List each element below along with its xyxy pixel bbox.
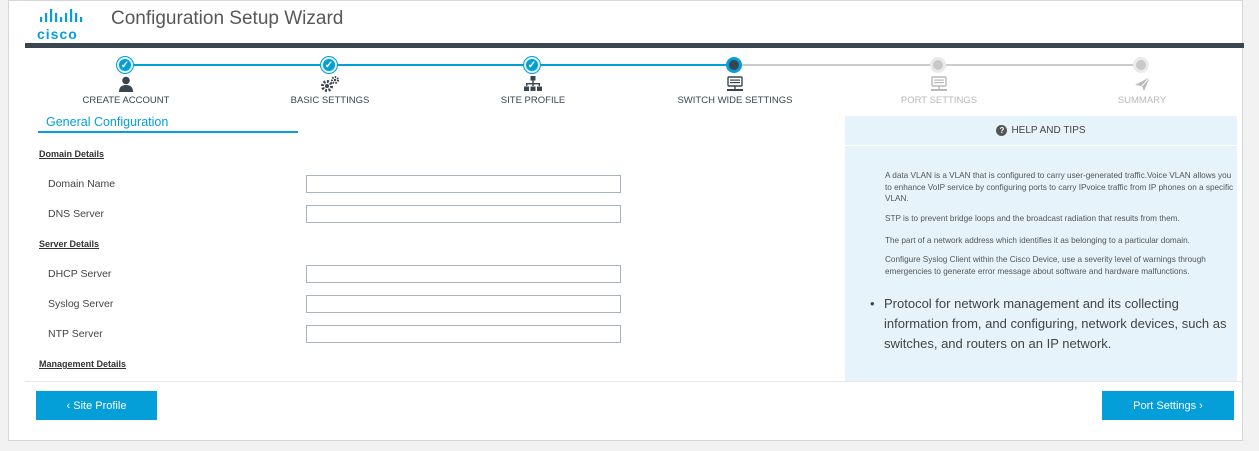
step-pending-indicator-icon: [930, 57, 946, 73]
app-header: cisco Configuration Setup Wizard: [9, 1, 1242, 43]
dhcp-server-input[interactable]: [306, 265, 621, 283]
step-complete-check-icon: ✓: [524, 57, 540, 73]
help-paragraph-vlan: A data VLAN is a VLAN that is configured…: [885, 171, 1234, 203]
help-divider: [845, 145, 1237, 146]
send-icon: [1135, 76, 1151, 91]
step-label: SITE PROFILE: [500, 95, 566, 106]
tab-label: General Configuration: [46, 115, 169, 129]
dns-server-label: DNS Server: [48, 208, 105, 220]
dns-server-input[interactable]: [306, 205, 621, 223]
ntp-server-label: NTP Server: [48, 328, 103, 340]
syslog-server-input[interactable]: [306, 295, 621, 313]
step-current-indicator-icon: [726, 57, 742, 73]
help-paragraph-domain: The part of a network address which iden…: [885, 236, 1190, 245]
help-bullet-text: Protocol for network management and its …: [884, 296, 1227, 351]
sitemap-icon: [524, 76, 542, 91]
back-site-profile-button[interactable]: ‹ Site Profile: [36, 391, 157, 420]
bullet-icon: •: [870, 296, 875, 311]
step-label: SUMMARY: [1117, 95, 1167, 106]
group-title-server-details: Server Details: [39, 239, 100, 249]
group-title-domain-details: Domain Details: [39, 149, 105, 159]
gears-icon: [321, 76, 339, 92]
group-title-management-details: Management Details: [39, 359, 127, 369]
dhcp-server-label: DHCP Server: [48, 268, 112, 280]
tab-general-configuration[interactable]: General Configuration: [38, 115, 298, 133]
syslog-server-label: Syslog Server: [48, 298, 114, 310]
step-complete-check-icon: ✓: [321, 57, 337, 73]
ntp-server-input[interactable]: [306, 325, 621, 343]
user-icon: [119, 76, 133, 92]
help-title-text: HELP AND TIPS: [1011, 125, 1086, 136]
step-label: SWITCH WIDE SETTINGS: [677, 95, 793, 106]
step-pending-indicator-icon: [1133, 57, 1149, 73]
switch-icon: [727, 76, 743, 91]
help-title: ? HELP AND TIPS: [845, 125, 1237, 136]
step-label: PORT SETTINGS: [900, 95, 978, 106]
wizard-progress: ✓ CREATE ACCOUNT ✓ BASIC SETTINGS ✓ SITE…: [9, 48, 1242, 110]
cisco-logo: cisco: [37, 9, 97, 42]
cisco-logo-text: cisco: [37, 26, 78, 42]
step-label: CREATE ACCOUNT: [82, 95, 170, 106]
progress-line-complete: [126, 64, 735, 66]
step-complete-check-icon: ✓: [117, 57, 133, 73]
cisco-bars-icon: [40, 9, 83, 22]
domain-name-label: Domain Name: [48, 178, 116, 190]
app-title: Configuration Setup Wizard: [111, 8, 344, 29]
help-paragraph-stp: STP is to prevent bridge loops and the b…: [885, 214, 1180, 223]
help-paragraph-syslog: Configure Syslog Client within the Cisco…: [885, 255, 1206, 276]
port-icon: [931, 76, 947, 91]
question-circle-icon: ?: [996, 125, 1008, 136]
domain-name-input[interactable]: [306, 175, 621, 193]
next-port-settings-button[interactable]: Port Settings ›: [1102, 391, 1234, 420]
footer-divider: [25, 381, 1244, 382]
wizard-window: cisco Configuration Setup Wizard ✓ CREAT…: [8, 0, 1244, 441]
help-and-tips-panel: ? HELP AND TIPS A data VLAN is a VLAN th…: [845, 116, 1237, 381]
step-label: BASIC SETTINGS: [290, 95, 370, 106]
